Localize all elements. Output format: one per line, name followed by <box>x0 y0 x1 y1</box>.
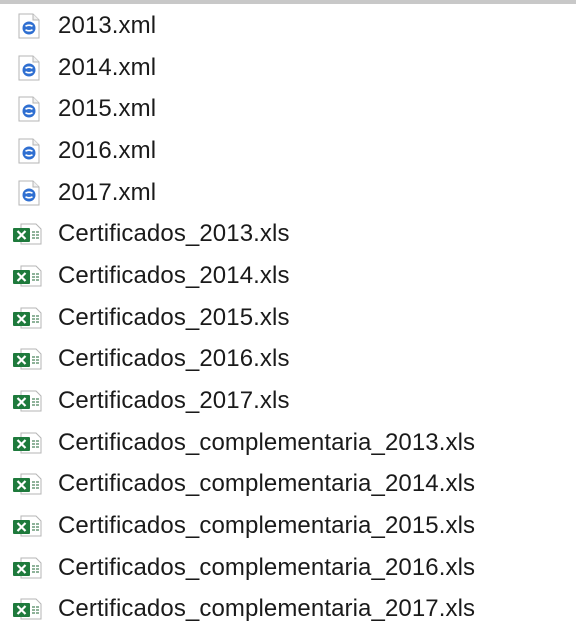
file-list: 2013.xml 2014.xml 2015.xml 2016.xml 2017… <box>0 5 576 630</box>
file-row[interactable]: 2013.xml <box>0 5 576 47</box>
file-row[interactable]: Certificados_complementaria_2016.xls <box>0 547 576 589</box>
file-row[interactable]: Certificados_2017.xls <box>0 380 576 422</box>
excel-file-icon <box>12 511 42 541</box>
file-name: Certificados_2015.xls <box>58 303 290 331</box>
excel-file-icon <box>12 386 42 416</box>
xml-file-icon <box>14 11 44 41</box>
file-row[interactable]: 2015.xml <box>0 88 576 130</box>
file-row[interactable]: Certificados_complementaria_2014.xls <box>0 464 576 506</box>
file-row[interactable]: Certificados_2014.xls <box>0 255 576 297</box>
excel-file-icon <box>12 303 42 333</box>
file-name: 2015.xml <box>58 95 157 123</box>
file-row[interactable]: Certificados_2016.xls <box>0 339 576 381</box>
excel-file-icon <box>12 261 42 291</box>
xml-file-icon <box>14 53 44 83</box>
file-row[interactable]: Certificados_complementaria_2015.xls <box>0 505 576 547</box>
window-top-border <box>0 0 576 4</box>
file-name: 2014.xml <box>58 53 157 81</box>
xml-file-icon <box>14 178 44 208</box>
file-row[interactable]: 2016.xml <box>0 130 576 172</box>
file-name: 2016.xml <box>58 136 157 164</box>
file-name: Certificados_2014.xls <box>58 261 290 289</box>
file-name: Certificados_2017.xls <box>58 387 290 415</box>
file-name: 2017.xml <box>58 178 157 206</box>
file-name: Certificados_complementaria_2013.xls <box>58 428 476 456</box>
file-name: Certificados_complementaria_2017.xls <box>58 595 476 623</box>
file-name: Certificados_complementaria_2015.xls <box>58 512 476 540</box>
excel-file-icon <box>12 428 42 458</box>
file-name: 2013.xml <box>58 11 157 39</box>
file-name: Certificados_2016.xls <box>58 345 290 373</box>
file-row[interactable]: Certificados_2013.xls <box>0 213 576 255</box>
file-row[interactable]: Certificados_complementaria_2017.xls <box>0 589 576 630</box>
excel-file-icon <box>12 594 42 624</box>
file-row[interactable]: Certificados_2015.xls <box>0 297 576 339</box>
excel-file-icon <box>12 469 42 499</box>
file-row[interactable]: 2014.xml <box>0 47 576 89</box>
excel-file-icon <box>12 553 42 583</box>
xml-file-icon <box>14 94 44 124</box>
file-name: Certificados_2013.xls <box>58 220 290 248</box>
file-name: Certificados_complementaria_2016.xls <box>58 553 476 581</box>
file-row[interactable]: 2017.xml <box>0 172 576 214</box>
xml-file-icon <box>14 136 44 166</box>
excel-file-icon <box>12 344 42 374</box>
file-row[interactable]: Certificados_complementaria_2013.xls <box>0 422 576 464</box>
file-name: Certificados_complementaria_2014.xls <box>58 470 476 498</box>
excel-file-icon <box>12 219 42 249</box>
